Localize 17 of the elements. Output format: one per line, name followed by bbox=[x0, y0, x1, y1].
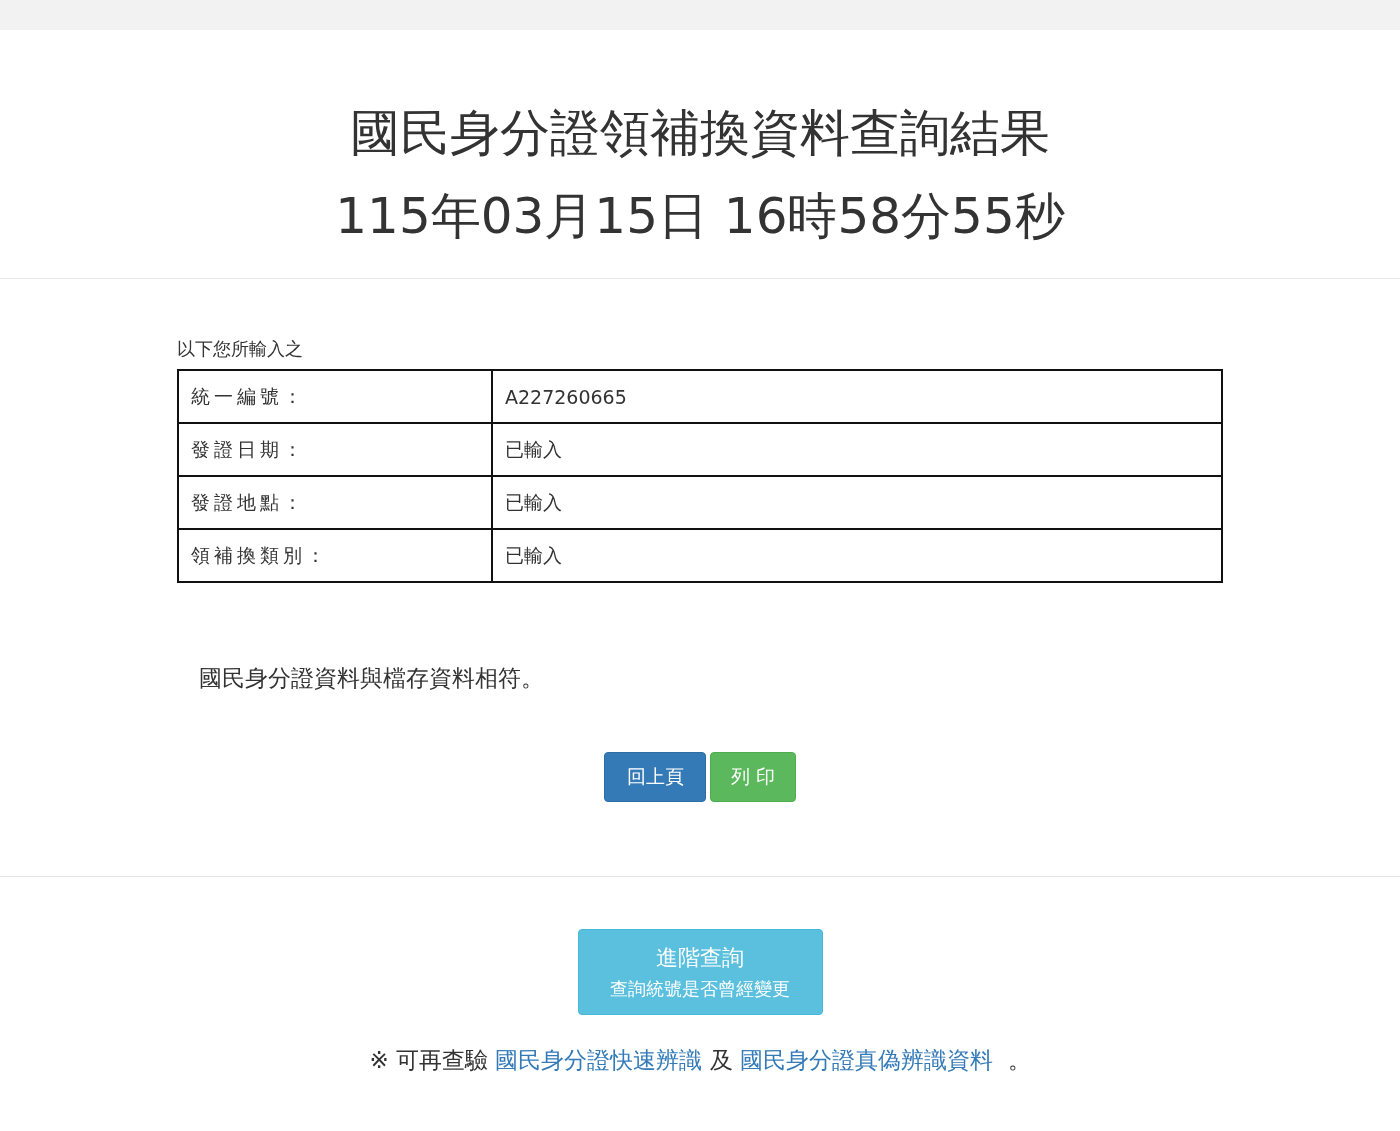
table-cell: 已輸入 bbox=[492, 423, 1222, 476]
query-timestamp: 115年03月15日 16時58分55秒 bbox=[334, 186, 1066, 247]
back-button[interactable]: 回上頁 bbox=[604, 752, 706, 802]
table-caption: 以下您所輸入之 bbox=[177, 337, 304, 361]
result-message: 國民身分證資料與檔存資料相符。 bbox=[199, 664, 545, 693]
table-cell: 發證日期： bbox=[178, 423, 492, 476]
print-button[interactable]: 列 印 bbox=[710, 752, 796, 802]
table-cell: 發證地點： bbox=[178, 476, 492, 529]
table-cell: 已輸入 bbox=[492, 476, 1222, 529]
table-cell: 領補換類別： bbox=[178, 529, 492, 582]
table-cell: 統一編號： bbox=[178, 370, 492, 423]
quick-identify-link[interactable]: 國民身分證快速辨識 bbox=[495, 1047, 703, 1073]
table-cell: 已輸入 bbox=[492, 529, 1222, 582]
table-cell: A227260665 bbox=[492, 370, 1222, 423]
authenticity-link[interactable]: 國民身分證真偽辨識資料 bbox=[739, 1047, 993, 1073]
page-title: 國民身分證領補換資料查詢結果 bbox=[349, 103, 1051, 164]
footer-note: ※ 可再查驗 國民身分證快速辨識 及 國民身分證真偽辨識資料 。 bbox=[368, 1046, 1032, 1075]
